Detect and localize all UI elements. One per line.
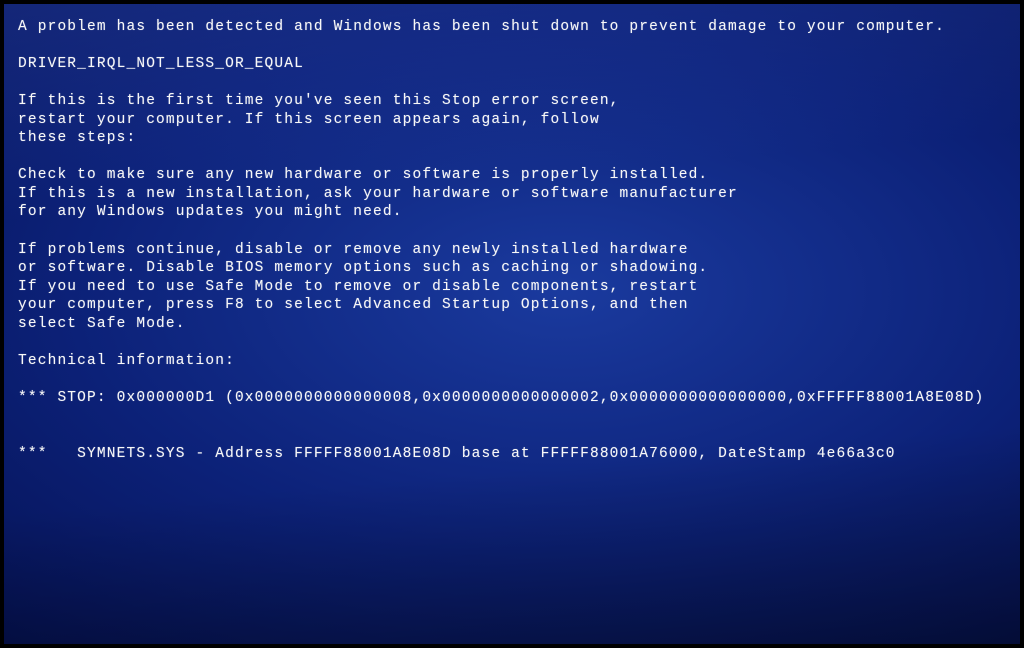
bsod-safemode-advice: If problems continue, disable or remove … (18, 241, 1004, 334)
bsod-error-name: DRIVER_IRQL_NOT_LESS_OR_EQUAL (18, 55, 1004, 74)
bsod-technical-info-header: Technical information: (18, 352, 1004, 371)
bsod-stop-code-line: *** STOP: 0x000000D1 (0x0000000000000008… (18, 389, 1004, 408)
blank-line (18, 407, 1004, 426)
bsod-module-line: *** SYMNETS.SYS - Address FFFFF88001A8E0… (18, 445, 1004, 464)
blank-line (18, 370, 1004, 389)
blank-line (18, 222, 1004, 241)
blank-line (18, 426, 1004, 445)
bsod-intro-message: A problem has been detected and Windows … (18, 18, 1004, 37)
blank-line (18, 37, 1004, 56)
blank-line (18, 333, 1004, 352)
bsod-check-hardware-advice: Check to make sure any new hardware or s… (18, 166, 1004, 222)
blank-line (18, 74, 1004, 93)
blank-line (18, 148, 1004, 167)
bsod-first-time-advice: If this is the first time you've seen th… (18, 92, 1004, 148)
